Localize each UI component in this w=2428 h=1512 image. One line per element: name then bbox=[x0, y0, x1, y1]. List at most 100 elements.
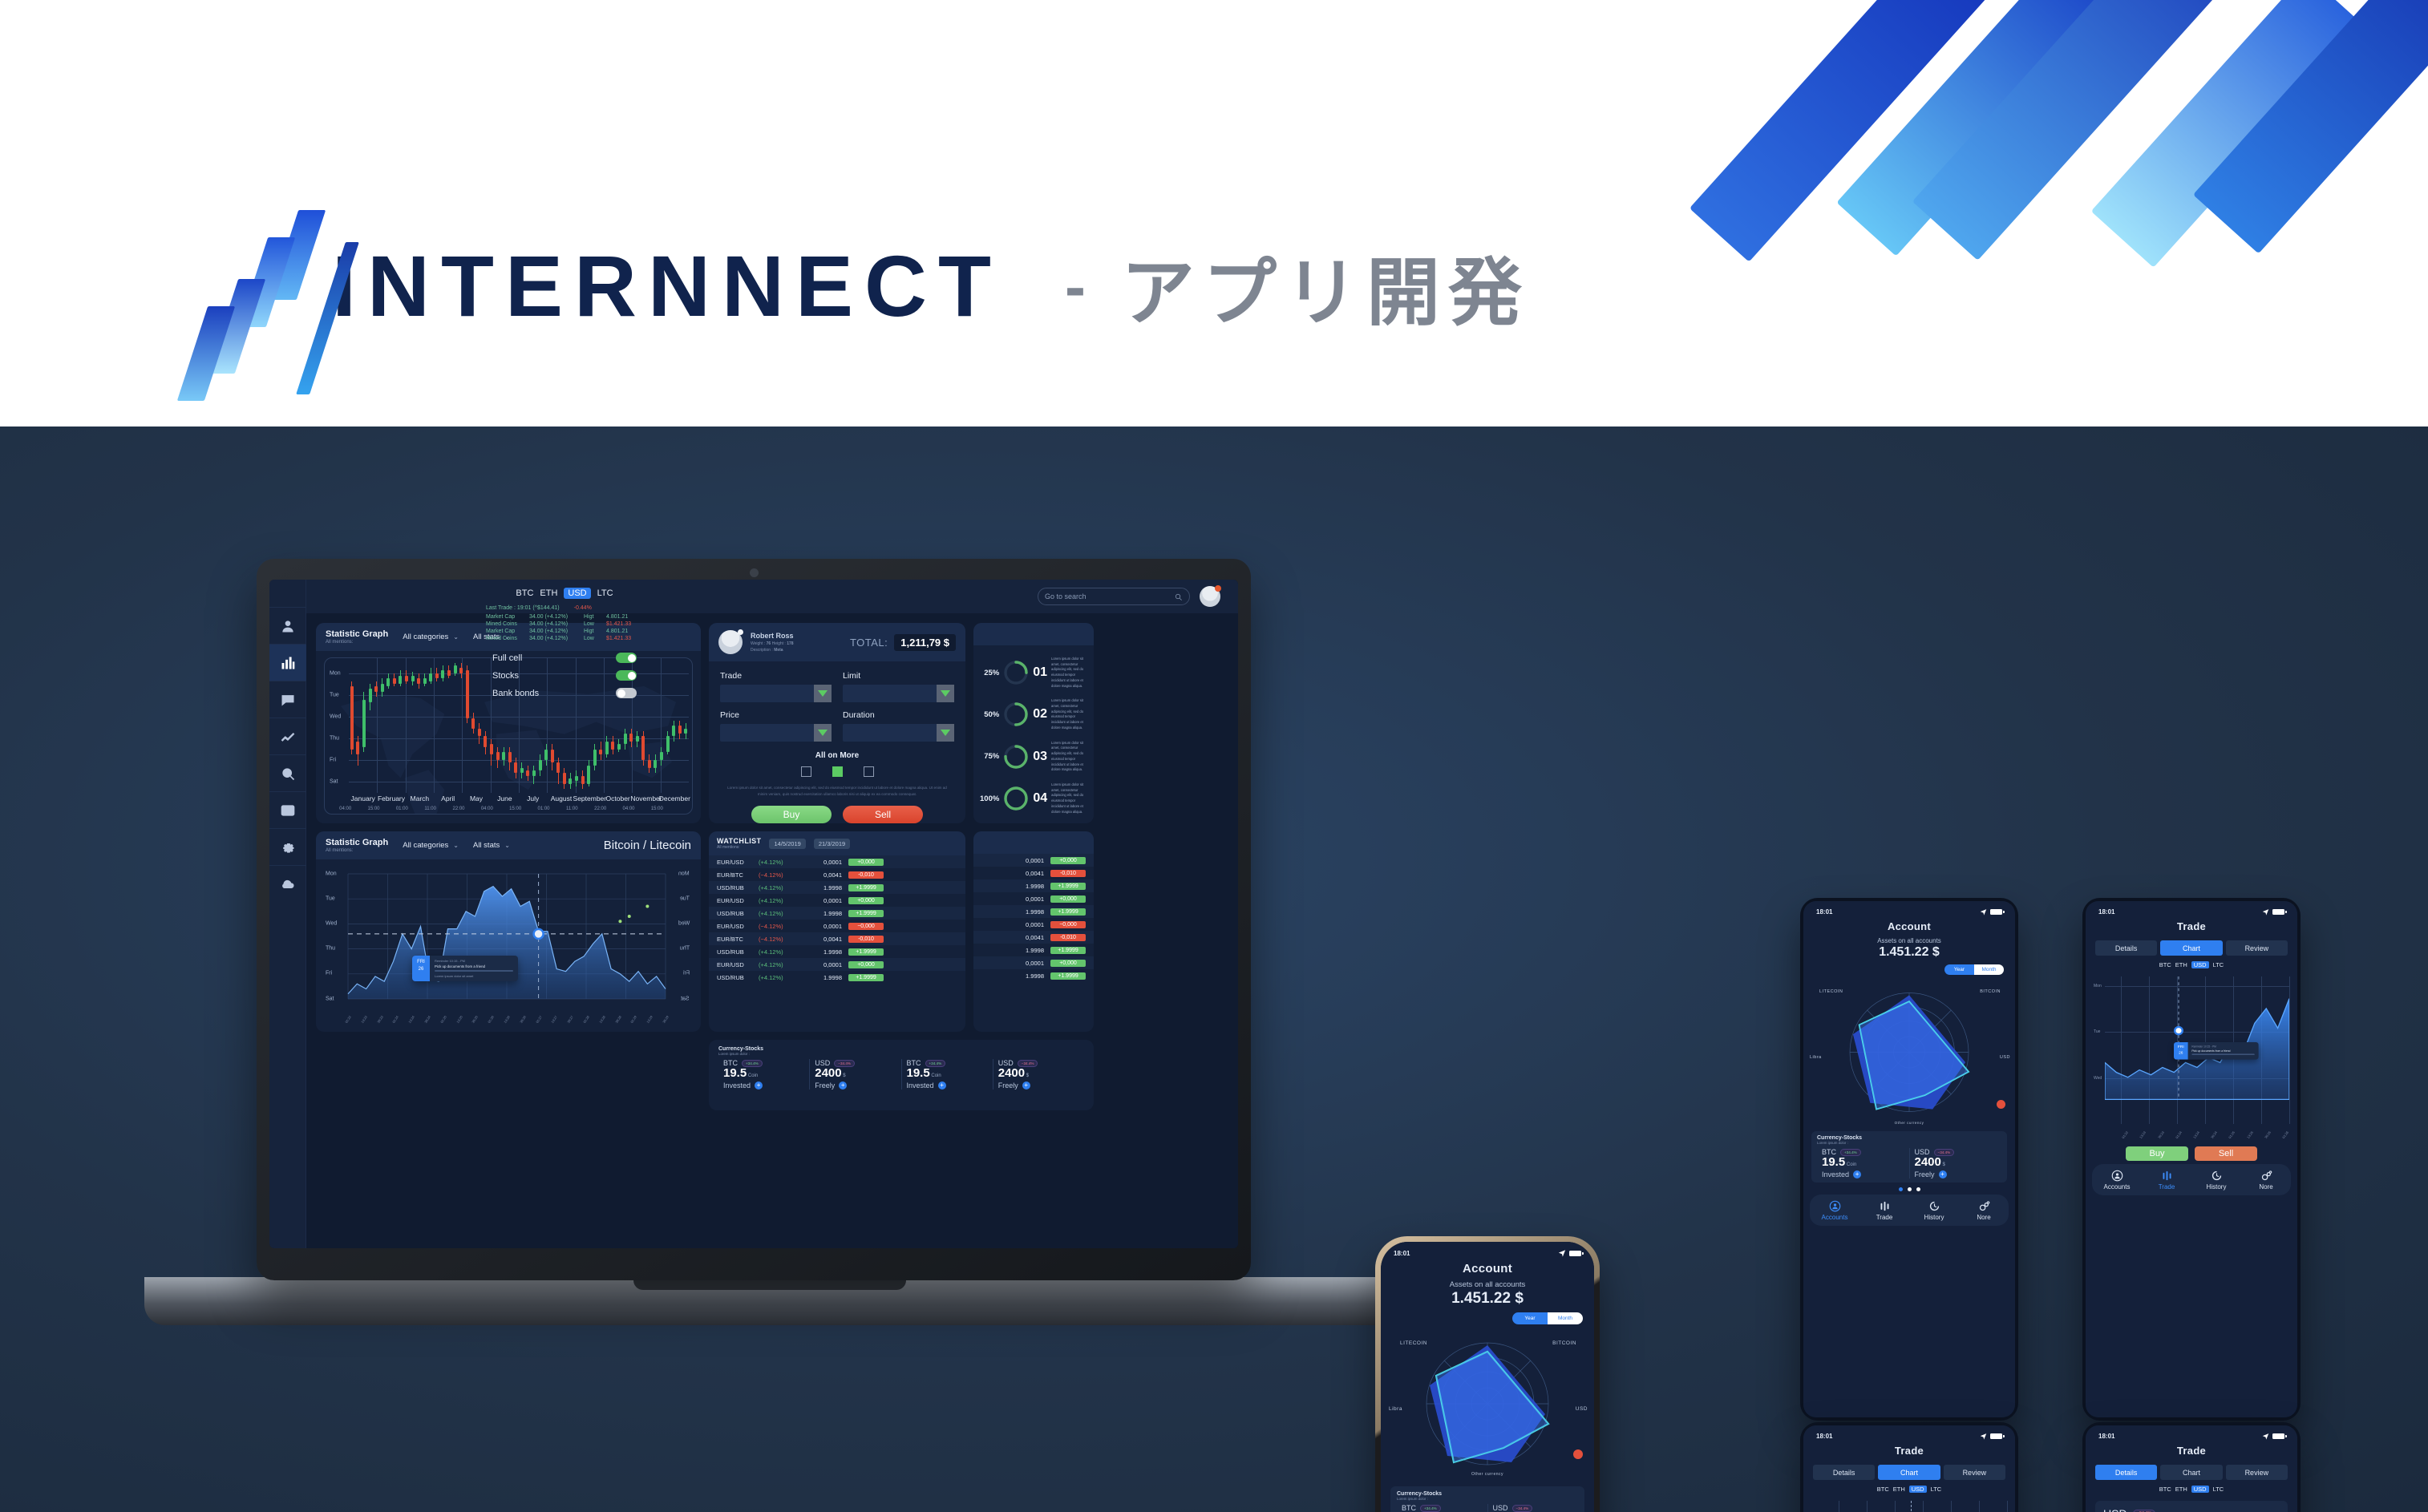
area-chart: Mon Tue Wed 01:22 13:23 30:23 01:24 13:24 30:24 0… bbox=[2094, 976, 2290, 1139]
currency-tab-btc[interactable]: BTC bbox=[516, 588, 533, 598]
checkbox-3[interactable] bbox=[863, 766, 874, 777]
add-icon[interactable]: + bbox=[839, 1081, 848, 1090]
tab-trade[interactable]: Trade bbox=[2142, 1170, 2191, 1191]
status-badge: +0,000 bbox=[848, 858, 884, 866]
currency-tab-ltc[interactable]: LTC bbox=[2213, 961, 2224, 968]
table-row[interactable]: USD/RUB (+4.12%) 1.9998 +1.9999 bbox=[709, 945, 965, 958]
toggle-switch[interactable] bbox=[616, 653, 637, 663]
filter-stats-select[interactable]: All stats ⌄ bbox=[473, 841, 510, 850]
dark-stage: Go to search Statistic Graph All mention… bbox=[0, 427, 2428, 1512]
currency-tab-usd[interactable]: USD bbox=[2191, 961, 2209, 968]
table-row[interactable]: EUR/BTC (−4.12%) 0,0041 -0,010 bbox=[709, 932, 965, 945]
table-row[interactable]: EUR/USD (+4.12%) 0,0001 +0,000 bbox=[709, 958, 965, 971]
toggle-switch[interactable] bbox=[616, 670, 637, 681]
sidebar-item-search[interactable] bbox=[269, 754, 306, 791]
currency-tab-ltc[interactable]: LTC bbox=[597, 588, 613, 598]
tab-review[interactable]: Review bbox=[2225, 940, 2288, 956]
sidebar-item-settings[interactable] bbox=[269, 828, 306, 865]
tab-accounts[interactable]: Accounts bbox=[2092, 1170, 2142, 1191]
tab-details[interactable]: Details bbox=[2095, 1465, 2158, 1480]
currency-tab-btc[interactable]: BTC bbox=[2159, 1486, 2171, 1493]
sidebar-item-cloud[interactable] bbox=[269, 865, 306, 902]
currency-tab-eth[interactable]: ETH bbox=[2175, 961, 2187, 968]
rate: 0,0001 bbox=[823, 960, 842, 968]
add-icon[interactable]: + bbox=[1938, 1170, 1947, 1178]
table-row[interactable]: EUR/BTC (−4.12%) 0,0041 -0,010 bbox=[709, 868, 965, 881]
sidebar-item-messages[interactable] bbox=[269, 681, 306, 718]
date-from-chip[interactable]: 14/5/2019 bbox=[769, 838, 806, 849]
tab-details[interactable]: Details bbox=[1813, 1465, 1876, 1480]
gridline bbox=[377, 657, 378, 793]
currency-tab-usd[interactable]: USD bbox=[2191, 1486, 2209, 1493]
table-row[interactable]: USD/RUB (+4.12%) 1.9998 +1.9999 bbox=[709, 971, 965, 984]
tab-history[interactable]: History bbox=[2191, 1170, 2241, 1191]
checkbox-2[interactable] bbox=[832, 766, 843, 777]
add-icon[interactable]: + bbox=[755, 1081, 763, 1090]
sidebar-item-trends[interactable] bbox=[269, 718, 306, 754]
table-row[interactable]: EUR/USD (+4.12%) 0,0001 +0,000 bbox=[709, 855, 965, 868]
period-segmented-control[interactable]: Year Month bbox=[1512, 1312, 1583, 1324]
currency-tab-eth[interactable]: ETH bbox=[2175, 1486, 2187, 1493]
select-trade[interactable] bbox=[720, 685, 832, 702]
card-title: Statistic Graph bbox=[326, 629, 389, 639]
currency-tab-ltc[interactable]: LTC bbox=[2213, 1486, 2224, 1493]
tab-trade[interactable]: Trade bbox=[1859, 1200, 1909, 1221]
checkbox-1[interactable] bbox=[800, 766, 811, 777]
add-icon[interactable]: + bbox=[1022, 1081, 1030, 1090]
alert-badge-icon[interactable] bbox=[1573, 1449, 1583, 1459]
sell-button[interactable]: Sell bbox=[843, 805, 923, 823]
currency-tab-btc[interactable]: BTC bbox=[2159, 961, 2171, 968]
chevron-down-icon: ⌄ bbox=[453, 841, 459, 849]
currency-tab-eth[interactable]: ETH bbox=[540, 588, 557, 598]
sell-button[interactable]: Sell bbox=[2195, 1146, 2257, 1161]
filter-categories-select[interactable]: All categories ⌄ bbox=[403, 841, 459, 850]
card-subtitle: All mentions: bbox=[326, 639, 354, 645]
table-row[interactable]: USD/RUB (+4.12%) 1.9998 +1.9999 bbox=[709, 881, 965, 894]
alert-badge-icon[interactable] bbox=[1997, 1100, 2005, 1109]
sidebar-item-mail[interactable] bbox=[269, 791, 306, 828]
select-price[interactable] bbox=[720, 724, 832, 742]
currency-detail-card: BTC ETH USD LTC Last Trade : 19:01 (^$144.4… bbox=[475, 580, 654, 780]
tab-details[interactable]: Details bbox=[2095, 940, 2158, 956]
currency-tab-usd[interactable]: USD bbox=[564, 588, 591, 599]
currency-tab-eth[interactable]: ETH bbox=[1893, 1486, 1905, 1493]
add-icon[interactable]: + bbox=[1853, 1170, 1862, 1178]
table-row[interactable]: USD/RUB (+4.12%) 1.9998 +1.9999 bbox=[709, 907, 965, 920]
toggle-switch[interactable] bbox=[616, 688, 637, 698]
radar-label-other: Other currency bbox=[1894, 1121, 1924, 1125]
tab-nore[interactable]: Nore bbox=[2241, 1170, 2291, 1191]
segment-month[interactable]: Month bbox=[1548, 1312, 1583, 1324]
table-row[interactable]: EUR/USD (+4.12%) 0,0001 +0,000 bbox=[709, 894, 965, 907]
search-input[interactable]: Go to search bbox=[1038, 588, 1190, 605]
tab-accounts[interactable]: Accounts bbox=[1810, 1200, 1859, 1221]
buy-button[interactable]: Buy bbox=[751, 805, 832, 823]
tooltip-line1: Pick up documents from a friend bbox=[435, 964, 485, 968]
tab-nore[interactable]: Nore bbox=[1959, 1200, 2009, 1221]
buy-button[interactable]: Buy bbox=[2126, 1146, 2188, 1161]
avatar[interactable] bbox=[1200, 585, 1221, 607]
currency-tab-btc[interactable]: BTC bbox=[1877, 1486, 1889, 1493]
tab-chart[interactable]: Chart bbox=[1878, 1465, 1940, 1480]
y-axis-tick: Sat bbox=[330, 778, 338, 785]
tab-chart[interactable]: Chart bbox=[2160, 940, 2223, 956]
unit: $ bbox=[1940, 1162, 1945, 1167]
select-duration[interactable] bbox=[843, 724, 954, 742]
date-to-chip[interactable]: 21/3/2019 bbox=[813, 838, 851, 849]
add-icon[interactable]: + bbox=[937, 1081, 946, 1090]
tab-history[interactable]: History bbox=[1909, 1200, 1959, 1221]
tab-review[interactable]: Review bbox=[2225, 1465, 2288, 1480]
sidebar-item-statistics[interactable] bbox=[269, 644, 306, 681]
ring-percent: 75% bbox=[984, 752, 1000, 762]
segment-year[interactable]: Year bbox=[1512, 1312, 1548, 1324]
table-row[interactable]: EUR/USD (−4.12%) 0,0001 −0,000 bbox=[709, 920, 965, 932]
tab-review[interactable]: Review bbox=[1943, 1465, 2005, 1480]
page-dots[interactable] bbox=[1803, 1183, 2015, 1195]
currency-tab-ltc[interactable]: LTC bbox=[1931, 1486, 1942, 1493]
sidebar-item-profile[interactable] bbox=[269, 607, 306, 644]
select-limit[interactable] bbox=[843, 685, 954, 702]
currency-tab-usd[interactable]: USD bbox=[1908, 1486, 1927, 1493]
tab-chart[interactable]: Chart bbox=[2160, 1465, 2223, 1480]
stat-key: Mined Coins bbox=[486, 621, 517, 627]
period-segmented-control[interactable]: Year Month bbox=[1944, 964, 2004, 975]
filter-categories-select[interactable]: All categories ⌄ bbox=[403, 633, 459, 641]
